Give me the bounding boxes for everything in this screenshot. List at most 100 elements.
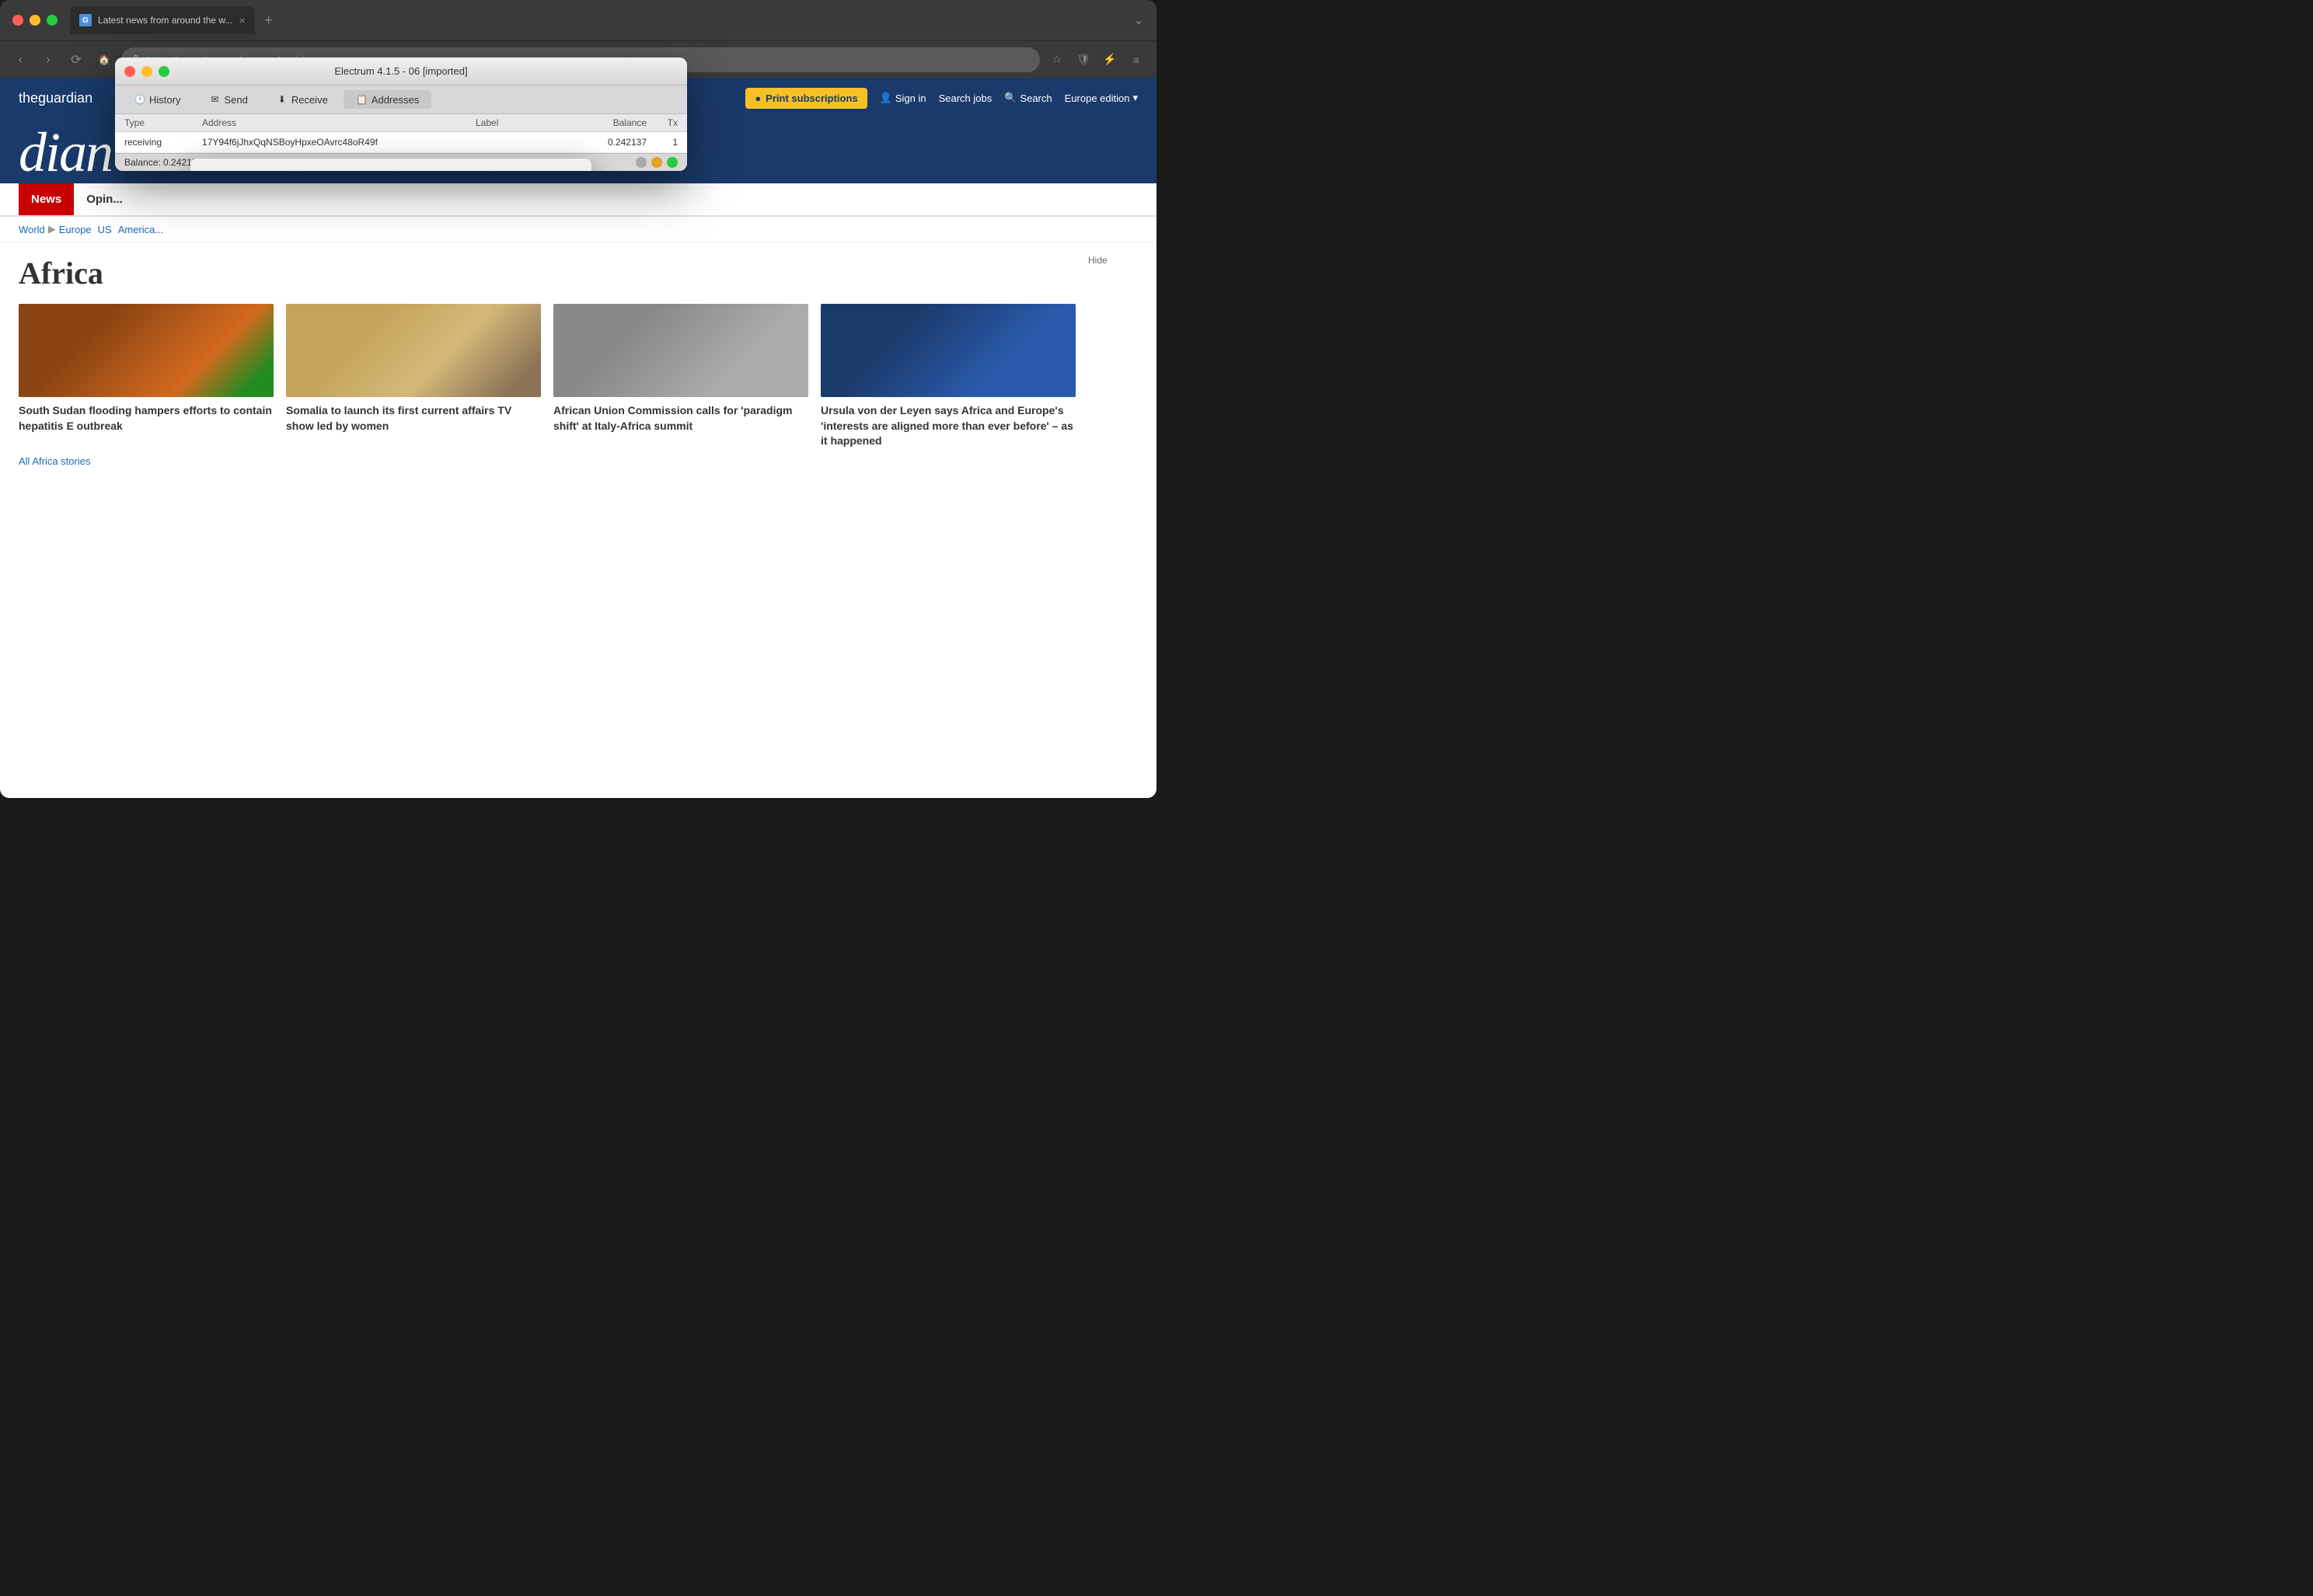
news-card-img-4 [821,304,1076,397]
electrum-maximize-btn[interactable] [159,66,169,77]
news-card-2[interactable]: Somalia to launch its first current affa… [286,304,541,449]
menu-icon[interactable]: ≡ [1125,49,1147,71]
edition-label: Europe edition [1065,92,1130,104]
electrum-close-btn[interactable] [124,66,135,77]
electrum-tab-send-label: Send [224,94,247,106]
breadcrumb-europe[interactable]: Europe [59,224,92,235]
addresses-icon: 📋 [356,93,368,106]
sign-in-btn[interactable]: 👤 Sign in [880,92,926,104]
tab-favicon: G [79,14,92,26]
balance-label: Balance: [124,157,161,168]
browser-traffic-lights [12,15,58,26]
sign-in-label: Sign in [895,92,926,104]
receive-icon: ⬇ [276,93,288,106]
history-icon: 🕐 [134,93,146,106]
browser-close-btn[interactable] [12,15,23,26]
search-btn[interactable]: 🔍 Search [1004,92,1052,104]
electrum-tab-send[interactable]: ✉ Send [196,90,260,109]
electrum-tab-addresses[interactable]: 📋 Addresses [344,90,431,109]
bookmark-icon[interactable]: ☆ [1046,49,1068,71]
electrum-title-bar: Electrum 4.1.5 - 06 [imported] [115,57,687,85]
electrum-table-area: Type Address Label Balance Tx receiving … [115,114,687,153]
electrum-tab-receive-label: Receive [291,94,328,106]
new-tab-button[interactable]: + [258,9,280,31]
account-icon: 👤 [880,92,892,104]
shield-icon[interactable]: 🛡 [1073,49,1094,71]
browser-menu-icon[interactable]: ⌄ [1134,12,1144,28]
col-tx: Tx [647,117,678,128]
page-content: Africa South Sudan flooding hampers effo… [0,242,1156,479]
tab-close-icon[interactable]: × [239,14,245,26]
browser-window: G Latest news from around the w... × + ⌄… [0,0,1156,798]
news-card-img-3 [553,304,808,397]
electrum-traffic-lights [124,66,169,77]
browser-title-bar: G Latest news from around the w... × + ⌄ [0,0,1156,40]
edition-btn[interactable]: Europe edition ▾ [1065,92,1138,104]
toolbar-actions: ☆ 🛡 ⚡ ≡ [1046,49,1147,71]
electrum-tabs: 🕐 History ✉ Send ⬇ Receive 📋 Addresses [115,85,687,114]
electrum-minimize-btn[interactable] [141,66,152,77]
chevron-down-icon: ▾ [1132,92,1138,104]
table-row[interactable]: receiving 17Y94f6jJhxQqNSBoyHpxeOAvrc48o… [115,132,687,153]
back-button[interactable]: ‹ [9,49,31,71]
news-card-3[interactable]: African Union Commission calls for 'para… [553,304,808,449]
guardian-logo-small: theguardian [19,90,92,106]
nav-item-news[interactable]: News [19,183,74,215]
news-card-title-4: Ursula von der Leyen says Africa and Eur… [821,403,1076,449]
col-label: Label [476,117,569,128]
private-key-dialog: Address: 17Y94f6jJhxQqNSBoyHpxeOAvrc48oR… [190,159,591,171]
all-stories-link[interactable]: All Africa stories [19,455,1076,467]
row-address: 17Y94f6jJhxQqNSBoyHpxeOAvrc48oR49f [202,137,476,148]
main-content: Africa South Sudan flooding hampers effo… [19,255,1076,467]
sidebar-right: Hide [1076,255,1138,467]
row-tx: 1 [647,137,678,148]
breadcrumb-america[interactable]: America... [118,224,164,235]
electrum-window-title: Electrum 4.1.5 - 06 [imported] [334,65,467,77]
tab-title: Latest news from around the w... [98,15,232,26]
news-card-img-2 [286,304,541,397]
header-actions: ● Print subscriptions 👤 Sign in Search j… [745,88,1138,109]
news-card-title-2: Somalia to launch its first current affa… [286,403,541,434]
search-label: Search [1020,92,1052,104]
row-type: receiving [124,137,202,148]
status-dot-gray [636,157,647,168]
refresh-button[interactable]: ⟳ [65,49,87,71]
guardian-nav: News Opin... [0,183,1156,217]
col-balance: Balance [569,117,647,128]
news-card-img-1 [19,304,274,397]
print-subscriptions-btn[interactable]: ● Print subscriptions [745,88,867,109]
status-dot-green [667,157,678,168]
tab-area: G Latest news from around the w... × + [70,6,1128,34]
news-card-1[interactable]: South Sudan flooding hampers efforts to … [19,304,274,449]
browser-maximize-btn[interactable] [47,15,58,26]
search-jobs-btn[interactable]: Search jobs [939,92,993,104]
search-jobs-label: Search jobs [939,92,993,104]
electrum-table-header: Type Address Label Balance Tx [115,114,687,132]
browser-content: theguardian ● Print subscriptions 👤 Sign… [0,78,1156,798]
forward-button[interactable]: › [37,49,59,71]
browser-minimize-btn[interactable] [30,15,40,26]
nav-item-opinion[interactable]: Opin... [74,183,135,215]
hide-btn[interactable]: Hide [1088,255,1138,266]
extension-icon[interactable]: ⚡ [1099,49,1121,71]
status-indicators [636,157,678,168]
electrum-tab-addresses-label: Addresses [372,94,419,106]
row-balance: 0.242137 [569,137,647,148]
home-button[interactable]: 🏠 [93,49,115,71]
send-icon: ✉ [208,93,221,106]
section-title: Africa [19,255,1076,291]
search-icon: 🔍 [1004,92,1017,104]
print-subscriptions-label: Print subscriptions [766,92,857,104]
news-grid: South Sudan flooding hampers efforts to … [19,304,1076,449]
electrum-window: Electrum 4.1.5 - 06 [imported] 🕐 History… [115,57,687,171]
electrum-tab-receive[interactable]: ⬇ Receive [263,90,340,109]
electrum-tab-history[interactable]: 🕐 History [121,90,193,109]
col-type: Type [124,117,202,128]
news-card-4[interactable]: Ursula von der Leyen says Africa and Eur… [821,304,1076,449]
breadcrumb-world[interactable]: World [19,224,45,235]
browser-tab-active[interactable]: G Latest news from around the w... × [70,6,255,34]
breadcrumb: World ▶ Europe US America... [0,217,1156,242]
breadcrumb-us[interactable]: US [98,224,112,235]
electrum-tab-history-label: History [149,94,180,106]
subscription-icon: ● [755,92,761,104]
